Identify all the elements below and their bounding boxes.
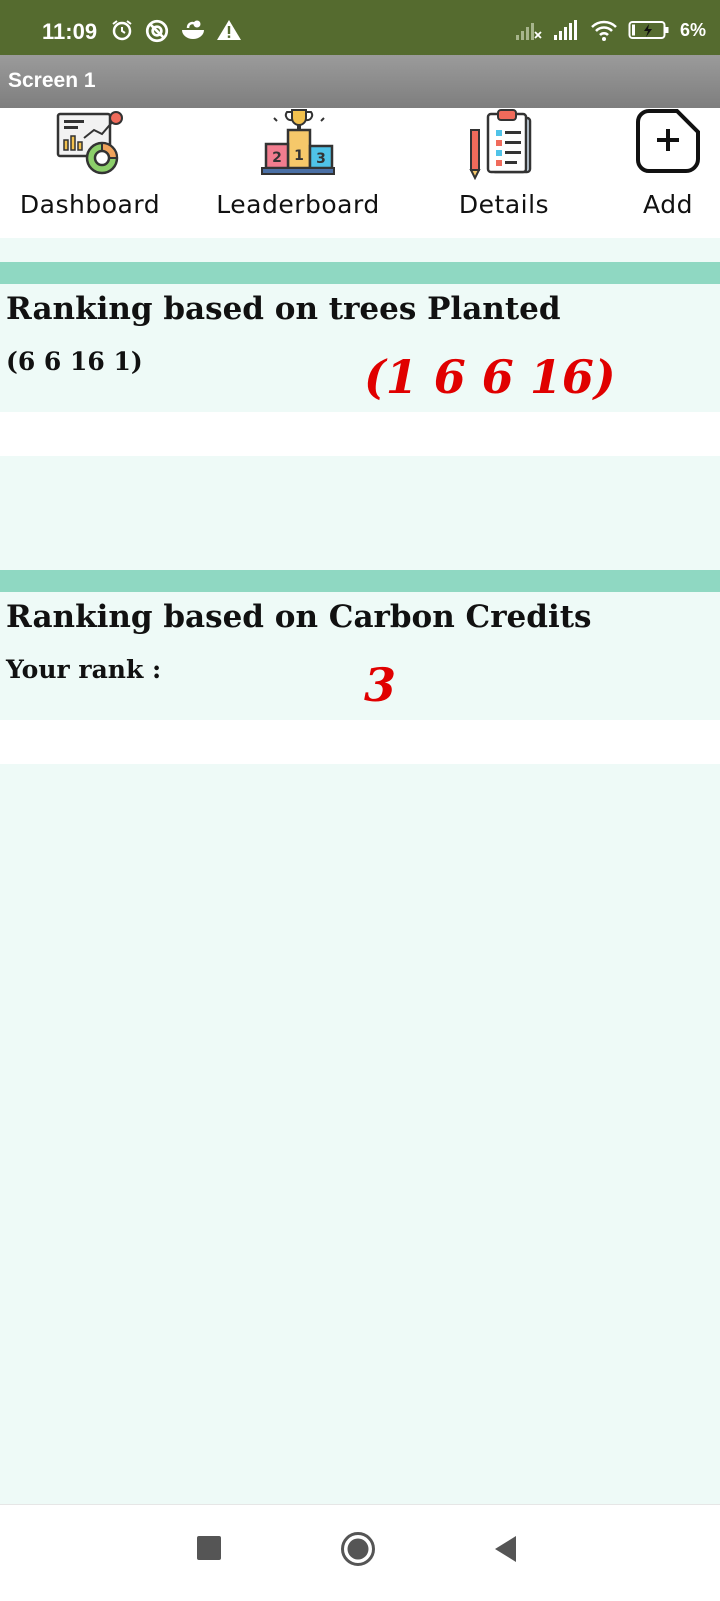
carbon-ranking-title: Ranking based on Carbon Credits (6, 599, 592, 635)
title-bar: Screen 1 (0, 55, 720, 108)
status-time: 11:09 (42, 19, 98, 44)
toolbar-item-leaderboard[interactable]: 1 2 3 Leaderboard (216, 108, 379, 219)
section-spacer (0, 720, 720, 764)
sync-icon (145, 19, 169, 43)
your-rank-value: 3 (364, 658, 397, 712)
signal-off-icon (515, 23, 542, 40)
trees-ranking-list: (6 6 16 1) (6, 347, 143, 376)
system-nav-bar (0, 1504, 720, 1601)
status-bar: 11:09 6% (0, 0, 720, 55)
trees-ranking-title: Ranking based on trees Planted (6, 291, 561, 327)
screen-title: Screen 1 (8, 69, 96, 92)
toolbar-item-dashboard[interactable]: Dashboard (20, 108, 160, 219)
trees-sorted-ranking: (1 6 6 16) (364, 350, 616, 404)
toolbar-label-details: Details (458, 190, 550, 219)
alarm-icon (112, 20, 132, 41)
svg-text:3: 3 (316, 151, 326, 167)
podium-icon: 1 2 3 (261, 109, 335, 175)
section-divider-carbon (0, 570, 720, 592)
top-toolbar: Dashboard 1 2 3 Leaderboard Details Add (0, 108, 720, 238)
battery-percent: 6% (679, 19, 706, 40)
svg-text:1: 1 (294, 148, 304, 164)
app-icon (182, 20, 204, 39)
recent-apps-icon[interactable] (196, 1535, 222, 1561)
battery-icon (628, 21, 669, 39)
toolbar-item-details[interactable]: Details (459, 108, 549, 219)
toolbar-label-leaderboard: Leaderboard (216, 190, 380, 219)
section-divider-trees (0, 262, 720, 284)
clipboard-icon (469, 109, 532, 180)
add-icon (636, 109, 700, 173)
toolbar-label-dashboard: Dashboard (19, 190, 161, 219)
your-rank-label: Your rank : (6, 655, 162, 684)
section-spacer (0, 412, 720, 456)
home-icon[interactable] (340, 1531, 376, 1567)
wifi-icon (591, 20, 617, 41)
svg-text:2: 2 (272, 150, 282, 166)
toolbar-item-add[interactable]: Add (628, 108, 708, 219)
toolbar-label-add: Add (643, 190, 693, 219)
back-icon[interactable] (494, 1535, 518, 1563)
warning-icon (217, 20, 241, 40)
dashboard-icon (56, 111, 123, 175)
signal-icon (553, 20, 577, 40)
